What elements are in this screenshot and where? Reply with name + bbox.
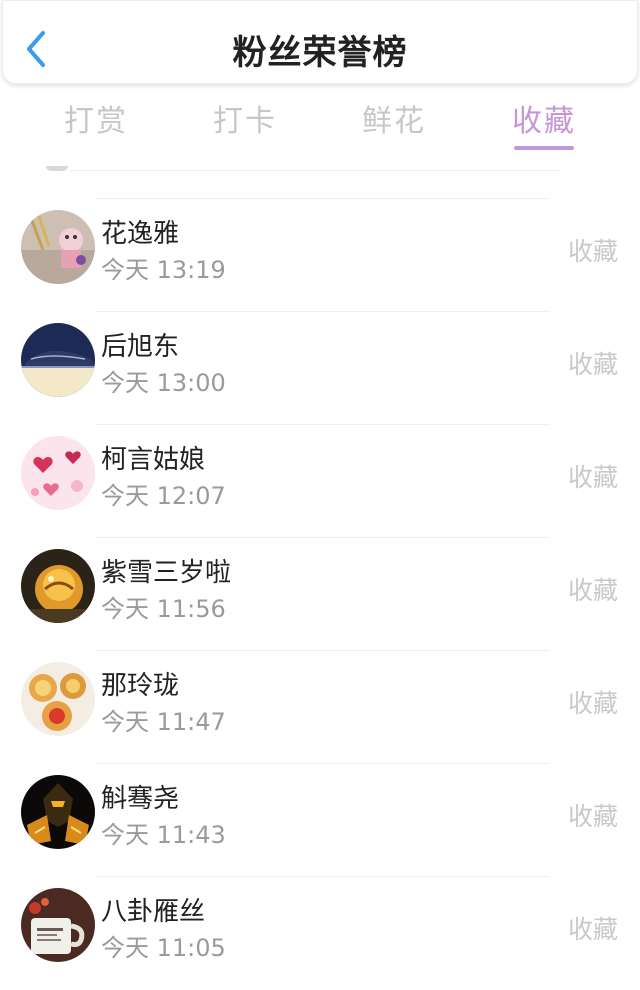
list-item[interactable]: 花逸雅 今天 13:19 收藏 [0, 198, 640, 311]
fan-action: 收藏 [567, 463, 618, 492]
fan-action: 收藏 [567, 350, 618, 379]
list-item[interactable]: 紫雪三岁啦 今天 11:56 收藏 [0, 537, 640, 650]
divider [96, 198, 550, 199]
active-tab-indicator [514, 146, 574, 150]
fan-action: 收藏 [567, 576, 618, 605]
tab-checkin[interactable]: 打卡 [185, 96, 305, 140]
divider [96, 763, 550, 764]
avatar[interactable] [21, 549, 95, 623]
avatar[interactable] [21, 775, 95, 849]
fan-time: 今天 11:56 [101, 595, 226, 623]
divider [96, 311, 550, 312]
page-title: 粉丝荣誉榜 [232, 33, 408, 73]
fan-time: 今天 11:05 [101, 934, 226, 962]
fan-name: 斛骞尧 [101, 784, 180, 814]
partial-avatar-above [46, 166, 68, 171]
fan-action: 收藏 [567, 802, 618, 831]
fan-time: 今天 12:07 [101, 482, 226, 510]
avatar-photo-clips [21, 210, 95, 284]
fan-name: 花逸雅 [101, 219, 180, 249]
avatar-photo-robot [21, 775, 95, 849]
divider [96, 537, 550, 538]
tab-favorites[interactable]: 收藏 [484, 96, 604, 140]
avatar[interactable] [21, 436, 95, 510]
fan-name: 后旭东 [101, 332, 180, 362]
tab-flowers[interactable]: 鲜花 [334, 96, 454, 140]
divider [96, 424, 550, 425]
avatar-photo-hearts [21, 436, 95, 510]
avatar[interactable] [21, 888, 95, 962]
avatar-photo-cake [21, 549, 95, 623]
tab-bar: 打赏 打卡 鲜花 收藏 [0, 96, 640, 156]
divider [70, 170, 560, 171]
list-item[interactable]: 八卦雁丝 今天 11:05 收藏 [0, 876, 640, 989]
fan-time: 今天 11:47 [101, 708, 226, 736]
avatar[interactable] [21, 662, 95, 736]
fan-action: 收藏 [567, 689, 618, 718]
list-item[interactable]: 那玲珑 今天 11:47 收藏 [0, 650, 640, 763]
tab-reward[interactable]: 打赏 [36, 96, 156, 140]
fan-name: 柯言姑娘 [101, 445, 206, 475]
fan-time: 今天 13:00 [101, 369, 226, 397]
fan-action: 收藏 [567, 237, 618, 266]
avatar[interactable] [21, 323, 95, 397]
avatar[interactable] [21, 210, 95, 284]
fan-time: 今天 11:43 [101, 821, 226, 849]
fan-name: 紫雪三岁啦 [101, 558, 232, 588]
divider [96, 650, 550, 651]
list-item[interactable]: 斛骞尧 今天 11:43 收藏 [0, 763, 640, 876]
fan-name: 那玲珑 [101, 671, 180, 701]
fan-name: 八卦雁丝 [101, 897, 206, 927]
avatar-photo-mug [21, 888, 95, 962]
header-bar: 粉丝荣誉榜 [2, 0, 638, 84]
avatar-photo-pastry [21, 662, 95, 736]
list-item[interactable]: 柯言姑娘 今天 12:07 收藏 [0, 424, 640, 537]
avatar-photo-car [21, 323, 95, 397]
fan-action: 收藏 [567, 915, 618, 944]
list-item[interactable]: 后旭东 今天 13:00 收藏 [0, 311, 640, 424]
divider [96, 876, 550, 877]
fan-time: 今天 13:19 [101, 256, 226, 284]
